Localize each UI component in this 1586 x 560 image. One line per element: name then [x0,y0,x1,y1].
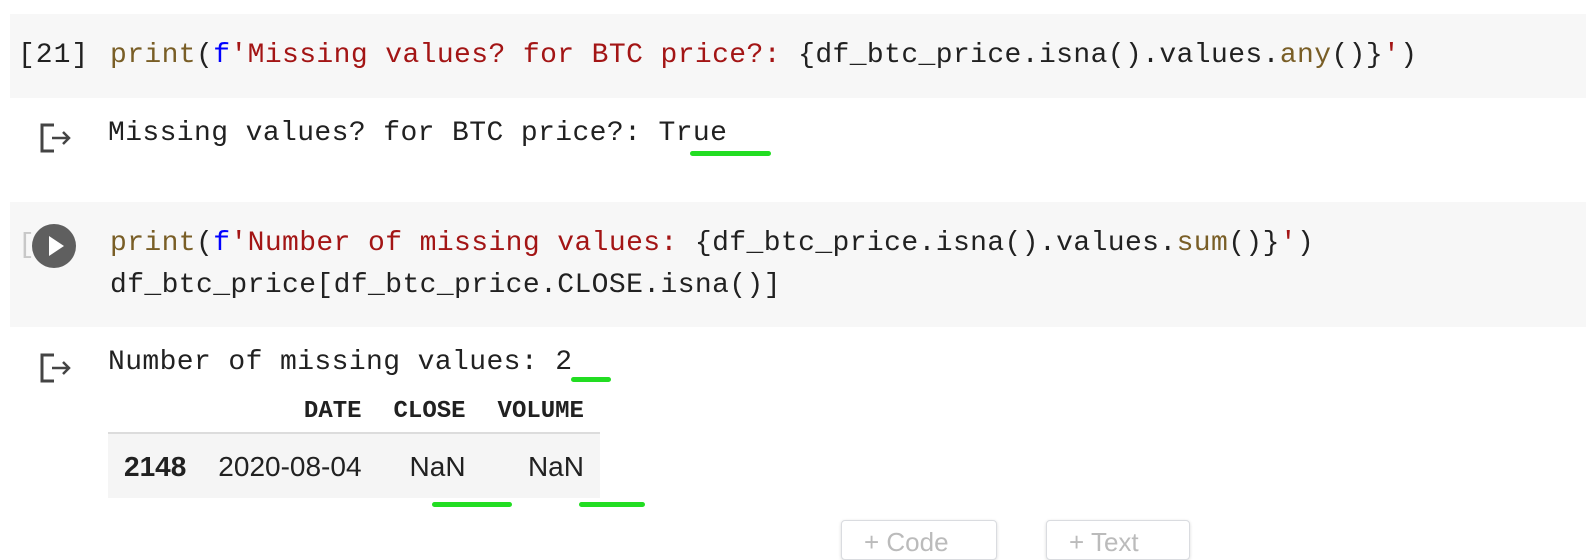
add-text-button[interactable]: + Text [1046,520,1190,560]
column-header-close: CLOSE [377,398,482,434]
cell-date: 2020-08-04 [202,433,378,498]
cell-output-text: Missing values? for BTC price?: True [108,118,727,149]
code-token-paren: ( [196,228,214,259]
highlight-underline [432,502,512,507]
run-cell-button[interactable] [32,224,76,268]
highlight-underline [579,502,645,507]
dataframe-table: DATE CLOSE VOLUME 2148 2020-08-04 NaN Na… [108,398,600,498]
cell-output-text: Number of missing values: 2 [108,347,572,378]
column-header-volume: VOLUME [481,398,600,434]
row-index: 2148 [108,433,203,498]
code-token-expr-end: ()} [1331,40,1384,71]
code-token-fprefix: f [213,228,231,259]
code-cell-2[interactable]: [ ] print(f'Number of missing values: {d… [10,202,1586,327]
code-line-2[interactable]: df_btc_price[df_btc_price.CLOSE.isna()] [110,270,781,301]
code-token-string-close: ' [1383,40,1401,71]
code-token-expr-end: ()} [1228,228,1280,259]
code-token-fprefix: f [213,40,231,71]
code-cell-1[interactable]: [21] print(f'Missing values? for BTC pri… [10,14,1586,98]
table-header-row: DATE CLOSE VOLUME [108,398,600,434]
code-line[interactable]: print(f'Missing values? for BTC price?: … [110,40,1417,71]
code-token-method: sum [1176,228,1229,259]
code-token-paren: ( [196,40,214,71]
cell-close: NaN [377,433,482,498]
highlight-underline [690,151,771,156]
index-header [108,398,203,434]
output-value-true: True [658,118,728,149]
code-token-string: 'Missing values? for BTC price?: [230,40,799,71]
code-token-paren-close: ) [1400,40,1418,71]
play-icon [49,236,64,256]
code-token-paren-close: ) [1297,228,1315,259]
output-label: Number of missing values: [108,347,556,378]
execution-count: [21] [18,40,90,71]
output-value-count: 2 [555,347,573,378]
output-arrow-icon[interactable] [38,350,74,386]
column-header-date: DATE [202,398,378,434]
highlight-underline [571,377,611,382]
code-token-method: any [1279,40,1332,71]
code-token-print: print [110,228,197,259]
code-token-print: print [110,40,197,71]
code-line[interactable]: print(f'Number of missing values: {df_bt… [110,228,1314,259]
code-token-string: 'Number of missing values: [230,228,695,259]
output-label: Missing values? for BTC price?: [108,118,659,149]
table-row: 2148 2020-08-04 NaN NaN [108,433,600,498]
code-token-string-close: ' [1279,228,1298,259]
add-code-button[interactable]: + Code [841,520,997,560]
output-arrow-icon[interactable] [38,120,74,156]
code-token-expr: {df_btc_price.isna().values. [798,40,1280,71]
code-token-expr: {df_btc_price.isna().values. [694,228,1177,259]
cell-volume: NaN [481,433,600,498]
